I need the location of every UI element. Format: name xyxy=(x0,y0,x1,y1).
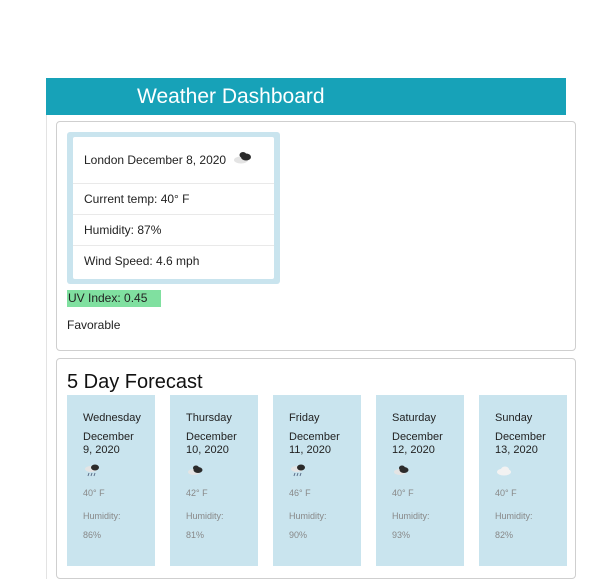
humidity-row: Humidity: 87% xyxy=(73,215,274,246)
forecast-day-name: Friday xyxy=(289,412,320,424)
uv-status-label: Favorable xyxy=(67,318,121,332)
forecast-humidity-value: 86% xyxy=(83,530,102,540)
forecast-day-card: Thursday December 10, 2020 42° F Humidit… xyxy=(170,395,258,566)
forecast-humidity-label: Humidity: xyxy=(392,511,430,521)
rain-icon xyxy=(289,463,361,479)
forecast-day-card: Friday December 11, 2020 46° F Humidity:… xyxy=(273,395,361,566)
cloudy-icon xyxy=(392,463,464,479)
forecast-humidity-label: Humidity: xyxy=(83,511,121,521)
forecast-humidity-value: 81% xyxy=(186,530,205,540)
forecast-day-temp: 40° F xyxy=(495,488,517,498)
forecast-day-name: Wednesday xyxy=(83,412,141,424)
current-weather-card: London December 8, 2020 Current temp: 40… xyxy=(67,132,280,284)
forecast-day-name: Sunday xyxy=(495,412,533,424)
forecast-day-name: Thursday xyxy=(186,412,232,424)
forecast-title: 5 Day Forecast xyxy=(67,371,203,393)
forecast-day-card: Sunday December 13, 2020 40° F Humidity:… xyxy=(479,395,567,566)
forecast-day-temp: 42° F xyxy=(186,488,208,498)
cloudy-icon xyxy=(186,463,258,479)
wind-speed-label: Wind Speed: 4.6 mph xyxy=(84,254,200,268)
uv-index-badge: UV Index: 0.45 xyxy=(67,290,161,307)
forecast-day-card: Wednesday December 9, 2020 40° F Humidit… xyxy=(67,395,155,566)
app-header: Weather Dashboard xyxy=(46,78,566,115)
app-title: Weather Dashboard xyxy=(137,85,325,108)
forecast-day-temp: 46° F xyxy=(289,488,311,498)
forecast-day-card: Saturday December 12, 2020 40° F Humidit… xyxy=(376,395,464,566)
wind-speed-row: Wind Speed: 4.6 mph xyxy=(73,246,274,277)
forecast-humidity-label: Humidity: xyxy=(186,511,224,521)
forecast-day-temp: 40° F xyxy=(83,488,105,498)
forecast-day-date: December 10, 2020 xyxy=(186,431,237,456)
forecast-humidity-value: 82% xyxy=(495,530,514,540)
forecast-day-temp: 40° F xyxy=(392,488,414,498)
forecast-humidity-value: 93% xyxy=(392,530,411,540)
forecast-humidity-label: Humidity: xyxy=(289,511,327,521)
cloudy-icon xyxy=(232,145,254,176)
forecast-day-date: December 12, 2020 xyxy=(392,431,443,456)
forecast-humidity-value: 90% xyxy=(289,530,308,540)
forecast-day-date: December 11, 2020 xyxy=(289,431,340,456)
humidity-label: Humidity: 87% xyxy=(84,222,162,237)
page-left-border xyxy=(46,115,47,579)
forecast-day-date: December 13, 2020 xyxy=(495,431,546,456)
forecast-day-date: December 9, 2020 xyxy=(83,431,134,456)
current-temp-row: Current temp: 40° F xyxy=(73,184,274,215)
city-date-label: London December 8, 2020 xyxy=(84,152,227,167)
current-weather-list: London December 8, 2020 Current temp: 40… xyxy=(73,137,274,279)
rain-icon xyxy=(83,463,155,479)
forecast-humidity-label: Humidity: xyxy=(495,511,533,521)
cloud-icon xyxy=(495,463,567,479)
current-temp-label: Current temp: 40° F xyxy=(84,191,190,206)
forecast-day-name: Saturday xyxy=(392,412,437,424)
city-date-row: London December 8, 2020 xyxy=(73,137,274,184)
